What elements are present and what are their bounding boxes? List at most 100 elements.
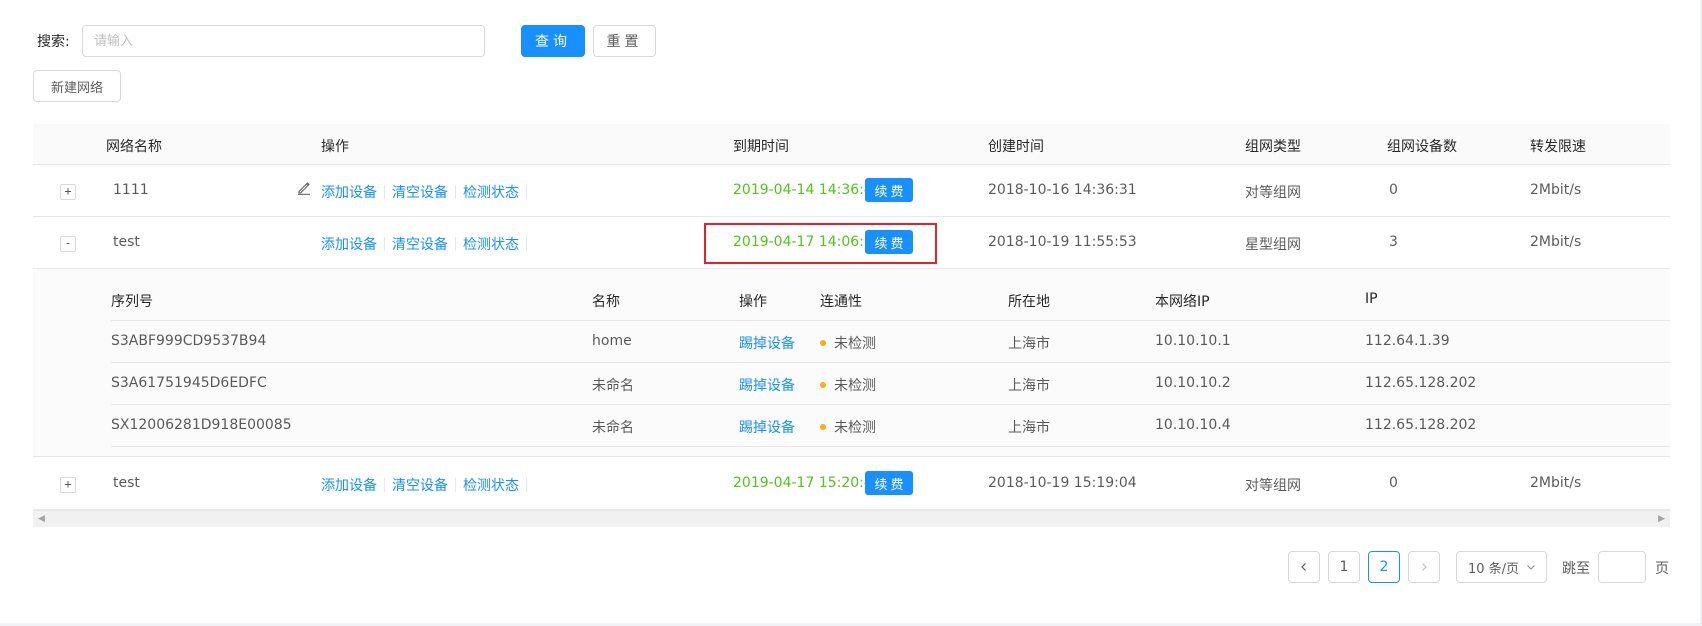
expire-time: 2019-04-17 15:20:48 — [733, 475, 882, 491]
sub-column-header-connectivity: 连通性 — [820, 294, 862, 310]
column-header-network-type: 组网类型 — [1245, 139, 1301, 155]
scroll-right-icon[interactable]: ▶ — [1658, 514, 1665, 524]
divider — [384, 185, 385, 199]
created-time: 2018-10-19 11:55:53 — [988, 234, 1137, 250]
expire-time: 2019-04-14 14:36:43 — [733, 182, 882, 198]
sub-column-header-location: 所在地 — [1008, 294, 1050, 310]
collapse-toggle[interactable]: - — [60, 236, 76, 252]
device-row: SX12006281D918E00085 未命名 踢掉设备 未检测 上海市 10… — [111, 405, 1670, 447]
check-status-link[interactable]: 检测状态 — [463, 185, 519, 201]
edit-icon[interactable] — [297, 181, 311, 195]
page-button-2[interactable]: 2 — [1368, 551, 1400, 583]
row-actions: 添加设备 清空设备 检测状态 — [321, 182, 534, 202]
status-dot-icon — [820, 340, 826, 346]
device-location: 上海市 — [1008, 378, 1050, 394]
check-status-link[interactable]: 检测状态 — [463, 237, 519, 253]
device-name: 未命名 — [592, 378, 634, 394]
device-serial: SX12006281D918E00085 — [111, 417, 292, 433]
table-row: + test 添加设备 清空设备 检测状态 2019-04-17 15:20:48 … — [33, 458, 1670, 510]
device-ip: 112.64.1.39 — [1365, 333, 1450, 349]
horizontal-scrollbar[interactable]: ◀ ▶ — [33, 510, 1670, 527]
divider — [526, 478, 527, 492]
device-ip: 112.65.128.202 — [1365, 375, 1477, 391]
status-dot-icon — [820, 382, 826, 388]
kick-device-link[interactable]: 踢掉设备 — [739, 375, 795, 395]
device-network-ip: 10.10.10.4 — [1155, 417, 1231, 433]
device-location: 上海市 — [1008, 420, 1050, 436]
reset-button[interactable]: 重置 — [593, 25, 656, 57]
expanded-device-panel: 序列号 名称 操作 连通性 所在地 本网络IP IP S3ABF999CD953… — [33, 269, 1670, 457]
clear-devices-link[interactable]: 清空设备 — [392, 237, 448, 253]
divider — [526, 185, 527, 199]
add-device-link[interactable]: 添加设备 — [321, 237, 377, 253]
column-header-expire-time: 到期时间 — [733, 139, 789, 155]
highlight-box — [704, 223, 937, 264]
sub-column-header-actions: 操作 — [739, 294, 767, 310]
kick-device-link[interactable]: 踢掉设备 — [739, 417, 795, 437]
speed-limit: 2Mbit/s — [1530, 234, 1582, 250]
row-actions: 添加设备 清空设备 检测状态 — [321, 475, 534, 495]
sub-column-header-name: 名称 — [592, 294, 620, 310]
divider — [384, 478, 385, 492]
kick-device-link[interactable]: 踢掉设备 — [739, 333, 795, 353]
chevron-left-icon — [1301, 563, 1306, 571]
status-dot-icon — [820, 424, 826, 430]
created-time: 2018-10-19 15:19:04 — [988, 475, 1137, 491]
device-network-ip: 10.10.10.1 — [1155, 333, 1231, 349]
divider — [455, 478, 456, 492]
device-location: 上海市 — [1008, 336, 1050, 352]
clear-devices-link[interactable]: 清空设备 — [392, 478, 448, 494]
expand-toggle[interactable]: + — [60, 184, 76, 200]
device-count: 0 — [1389, 182, 1398, 198]
clear-devices-link[interactable]: 清空设备 — [392, 185, 448, 201]
jump-label: 跳至 — [1562, 561, 1590, 577]
table-row: + 1111 添加设备 清空设备 检测状态 2019-04-14 14:36:43 … — [33, 165, 1670, 217]
scroll-left-icon[interactable]: ◀ — [38, 514, 45, 524]
device-ip: 112.65.128.202 — [1365, 417, 1477, 433]
page-size-select[interactable]: 10 条/页 — [1456, 551, 1547, 583]
device-count: 3 — [1389, 234, 1398, 250]
search-label: 搜索: — [37, 34, 70, 50]
jump-page-input[interactable] — [1598, 551, 1646, 583]
add-device-link[interactable]: 添加设备 — [321, 478, 377, 494]
prev-page-button[interactable] — [1288, 551, 1320, 583]
next-page-button[interactable] — [1408, 551, 1440, 583]
device-name: home — [592, 333, 632, 349]
connectivity-status: 未检测 — [820, 375, 876, 395]
device-network-ip: 10.10.10.2 — [1155, 375, 1231, 391]
add-device-link[interactable]: 添加设备 — [321, 185, 377, 201]
query-button[interactable]: 查询 — [521, 25, 585, 57]
table-header: 网络名称 操作 到期时间 创建时间 组网类型 组网设备数 转发限速 — [33, 124, 1670, 165]
divider — [384, 237, 385, 251]
expand-toggle[interactable]: + — [60, 477, 76, 493]
network-name: test — [113, 234, 140, 250]
row-actions: 添加设备 清空设备 检测状态 — [321, 234, 534, 254]
connectivity-status: 未检测 — [820, 333, 876, 353]
new-network-button[interactable]: 新建网络 — [33, 70, 121, 102]
page-size-value: 10 条/页 — [1468, 561, 1520, 577]
speed-limit: 2Mbit/s — [1530, 475, 1582, 491]
sub-column-header-serial: 序列号 — [111, 294, 153, 310]
check-status-link[interactable]: 检测状态 — [463, 478, 519, 494]
device-serial: S3A61751945D6EDFC — [111, 375, 267, 391]
search-input[interactable] — [82, 25, 485, 57]
device-serial: S3ABF999CD9537B94 — [111, 333, 267, 349]
connectivity-status: 未检测 — [820, 417, 876, 437]
speed-limit: 2Mbit/s — [1530, 182, 1582, 198]
sub-column-header-ip: IP — [1365, 291, 1378, 307]
renew-button[interactable]: 续费 — [865, 471, 913, 495]
divider — [455, 237, 456, 251]
device-name: 未命名 — [592, 420, 634, 436]
chevron-down-icon — [1527, 565, 1535, 570]
sub-column-header-network-ip: 本网络IP — [1155, 294, 1210, 310]
page-button-1[interactable]: 1 — [1328, 551, 1360, 583]
network-type: 对等组网 — [1245, 478, 1301, 494]
column-header-network-name: 网络名称 — [106, 139, 162, 155]
device-row: S3A61751945D6EDFC 未命名 踢掉设备 未检测 上海市 10.10… — [111, 363, 1670, 405]
column-header-actions: 操作 — [321, 139, 349, 155]
network-name: test — [113, 475, 140, 491]
device-row: S3ABF999CD9537B94 home 踢掉设备 未检测 上海市 10.1… — [111, 321, 1670, 363]
column-header-device-count: 组网设备数 — [1387, 139, 1457, 155]
renew-button[interactable]: 续费 — [865, 178, 913, 202]
page-container: 搜索: 查询 重置 新建网络 网络名称 操作 到期时间 创建时间 组网类型 组网… — [0, 0, 1700, 623]
